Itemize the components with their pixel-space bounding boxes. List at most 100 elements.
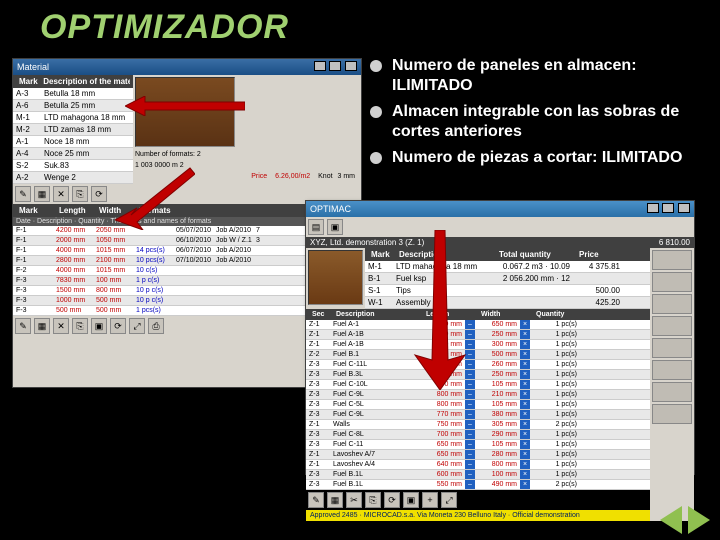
side-tool-icon[interactable]: [652, 382, 692, 402]
tool-icon[interactable]: ▦: [327, 492, 343, 508]
table-row[interactable]: M-1LTD mahagona 18 mm0.067.2 m3 · 10.094…: [365, 261, 650, 273]
side-tool-icon[interactable]: [652, 360, 692, 380]
knot-label: Knot: [318, 173, 332, 180]
tool-icon[interactable]: ⟳: [110, 318, 126, 334]
table-row[interactable]: A-1Noce 18 mm: [13, 136, 133, 148]
c: Width: [478, 310, 533, 319]
table-row[interactable]: A-4Noce 25 mm: [13, 148, 133, 160]
side-toolbar: [650, 248, 694, 521]
c: Total quantity: [496, 249, 576, 260]
table-row[interactable]: Z-1Fuel A-11500 mm–650 mm×1 pc(s): [306, 320, 650, 330]
page-title: OPTIMIZADOR: [40, 8, 289, 47]
table-row[interactable]: M-1LTD mahagona 18 mm: [13, 112, 133, 124]
table-row[interactable]: S-1Tips500.00: [365, 285, 650, 297]
side-tool-icon[interactable]: [652, 272, 692, 292]
tool-icon[interactable]: ⎘: [72, 186, 88, 202]
tool-icon[interactable]: ✕: [53, 186, 69, 202]
minimize-button[interactable]: [647, 203, 659, 213]
tool-icon[interactable]: ✎: [308, 492, 324, 508]
table-row[interactable]: Z-3Fuel C-10L800 mm–105 mm×1 pc(s): [306, 380, 650, 390]
col-desc: Description of the material: [40, 76, 130, 87]
tool-icon[interactable]: ✕: [53, 318, 69, 334]
tool-icon[interactable]: ⟳: [384, 492, 400, 508]
tool-icon[interactable]: +: [422, 492, 438, 508]
c: Length: [56, 205, 96, 216]
table-row[interactable]: Z-3Fuel C-11L900 mm–260 mm×1 pc(s): [306, 360, 650, 370]
tool-icon[interactable]: ▣: [327, 219, 343, 235]
tool-icon[interactable]: ✎: [15, 318, 31, 334]
label: Number of formats:: [135, 151, 195, 158]
c: Sec: [309, 310, 333, 319]
side-tool-icon[interactable]: [652, 338, 692, 358]
arrow-icon: [410, 230, 470, 390]
table-row[interactable]: Z-1Walls750 mm–305 mm×2 pc(s): [306, 420, 650, 430]
minimize-button[interactable]: [314, 61, 326, 71]
material-header: Mark Description of the material: [13, 75, 133, 88]
table-row[interactable]: Z-3Fuel C-5L800 mm–105 mm×1 pc(s): [306, 400, 650, 410]
window-buttons: [313, 61, 357, 73]
close-button[interactable]: [678, 203, 690, 213]
table-row[interactable]: Z-1Lavoshev A/7650 mm–280 mm×1 pc(s): [306, 450, 650, 460]
bullet-item: Numero de piezas a cortar: ILIMITADO: [370, 148, 700, 168]
table-row[interactable]: M-2LTD zamas 18 mm: [13, 124, 133, 136]
c: Price: [576, 249, 626, 260]
side-tool-icon[interactable]: [652, 250, 692, 270]
tool-icon[interactable]: ⎘: [365, 492, 381, 508]
toolbar-top: ▤ ▣: [306, 217, 694, 237]
bullet-item: Numero de paneles en almacen: ILIMITADO: [370, 56, 700, 96]
table-row[interactable]: Z-3Fuel C-11650 mm–105 mm×1 pc(s): [306, 440, 650, 450]
table-row[interactable]: Z-1Fuel A-1B1100 mm–250 mm×1 pc(s): [306, 330, 650, 340]
tool-icon[interactable]: ▣: [91, 318, 107, 334]
table-row[interactable]: Z-3Fuel B.3L900 mm–250 mm×1 pc(s): [306, 370, 650, 380]
window-buttons: [646, 203, 690, 215]
prev-button[interactable]: [660, 506, 682, 534]
side-tool-icon[interactable]: [652, 316, 692, 336]
titlebar[interactable]: OPTIMAC: [306, 201, 694, 217]
tool-icon[interactable]: ✂: [346, 492, 362, 508]
arrow-icon: [125, 96, 245, 116]
window-title: Material: [17, 62, 49, 72]
slide-nav: [660, 506, 710, 534]
table-row[interactable]: A-3Betulla 18 mm: [13, 88, 133, 100]
knot-value: 3 mm: [338, 173, 356, 180]
tool-icon[interactable]: ▦: [34, 318, 50, 334]
table-row[interactable]: W-1Assembly425.20: [365, 297, 650, 309]
col-mark: Mark: [16, 76, 40, 87]
table-row[interactable]: Z-3Fuel C-8L700 mm–290 mm×1 pc(s): [306, 430, 650, 440]
table-row[interactable]: B-1Fuel ksp2 056.200 mm · 12: [365, 273, 650, 285]
table-row[interactable]: Z-1Lavoshev A/4640 mm–800 mm×1 pc(s): [306, 460, 650, 470]
maximize-button[interactable]: [662, 203, 674, 213]
table-row[interactable]: Z-3Fuel B.1L550 mm–490 mm×2 pc(s): [306, 480, 650, 490]
tool-icon[interactable]: ⎙: [148, 318, 164, 334]
titlebar[interactable]: Material: [13, 59, 361, 75]
tool-icon[interactable]: ▦: [34, 186, 50, 202]
c: Quantity: [533, 310, 588, 319]
table-row[interactable]: Z-3Fuel B.1L600 mm–100 mm×1 pc(s): [306, 470, 650, 480]
table-row[interactable]: A-6Betulla 25 mm: [13, 100, 133, 112]
window-title: OPTIMAC: [310, 204, 351, 214]
table-row[interactable]: Z-3Fuel C-9L770 mm–380 mm×1 pc(s): [306, 410, 650, 420]
optimac-window: OPTIMAC ▤ ▣ XYZ, Ltd. demonstration 3 (Z…: [305, 200, 695, 475]
tool-icon[interactable]: ⤢: [129, 318, 145, 334]
price-value: 6.26,00/m2: [275, 173, 310, 180]
maximize-button[interactable]: [329, 61, 341, 71]
close-button[interactable]: [345, 61, 357, 71]
arrow-icon: [115, 160, 195, 230]
tool-icon[interactable]: ⟳: [91, 186, 107, 202]
tool-icon[interactable]: ⎘: [72, 318, 88, 334]
material-table: Mark Description Total quantity Price M-…: [365, 248, 650, 309]
table-row[interactable]: Z-1Fuel A-1B1150 mm–300 mm×1 pc(s): [306, 340, 650, 350]
tool-icon[interactable]: ▤: [308, 219, 324, 235]
side-tool-icon[interactable]: [652, 404, 692, 424]
tool-icon[interactable]: ✎: [15, 186, 31, 202]
material-swatch: [308, 250, 363, 305]
toolbar-bottom: ✎ ▦ ✂ ⎘ ⟳ ▣ + ⤢: [306, 490, 650, 510]
side-tool-icon[interactable]: [652, 294, 692, 314]
tool-icon[interactable]: ▣: [403, 492, 419, 508]
table-row[interactable]: Z-2Fuel B.11000 mm–500 mm×1 pc(s): [306, 350, 650, 360]
value: 2: [197, 151, 201, 158]
tool-icon[interactable]: ⤢: [441, 492, 457, 508]
job-info: XYZ, Ltd. demonstration 3 (Z. 1) 6 810.0…: [306, 237, 694, 248]
table-row[interactable]: Z-3Fuel C-9L800 mm–210 mm×1 pc(s): [306, 390, 650, 400]
next-button[interactable]: [688, 506, 710, 534]
